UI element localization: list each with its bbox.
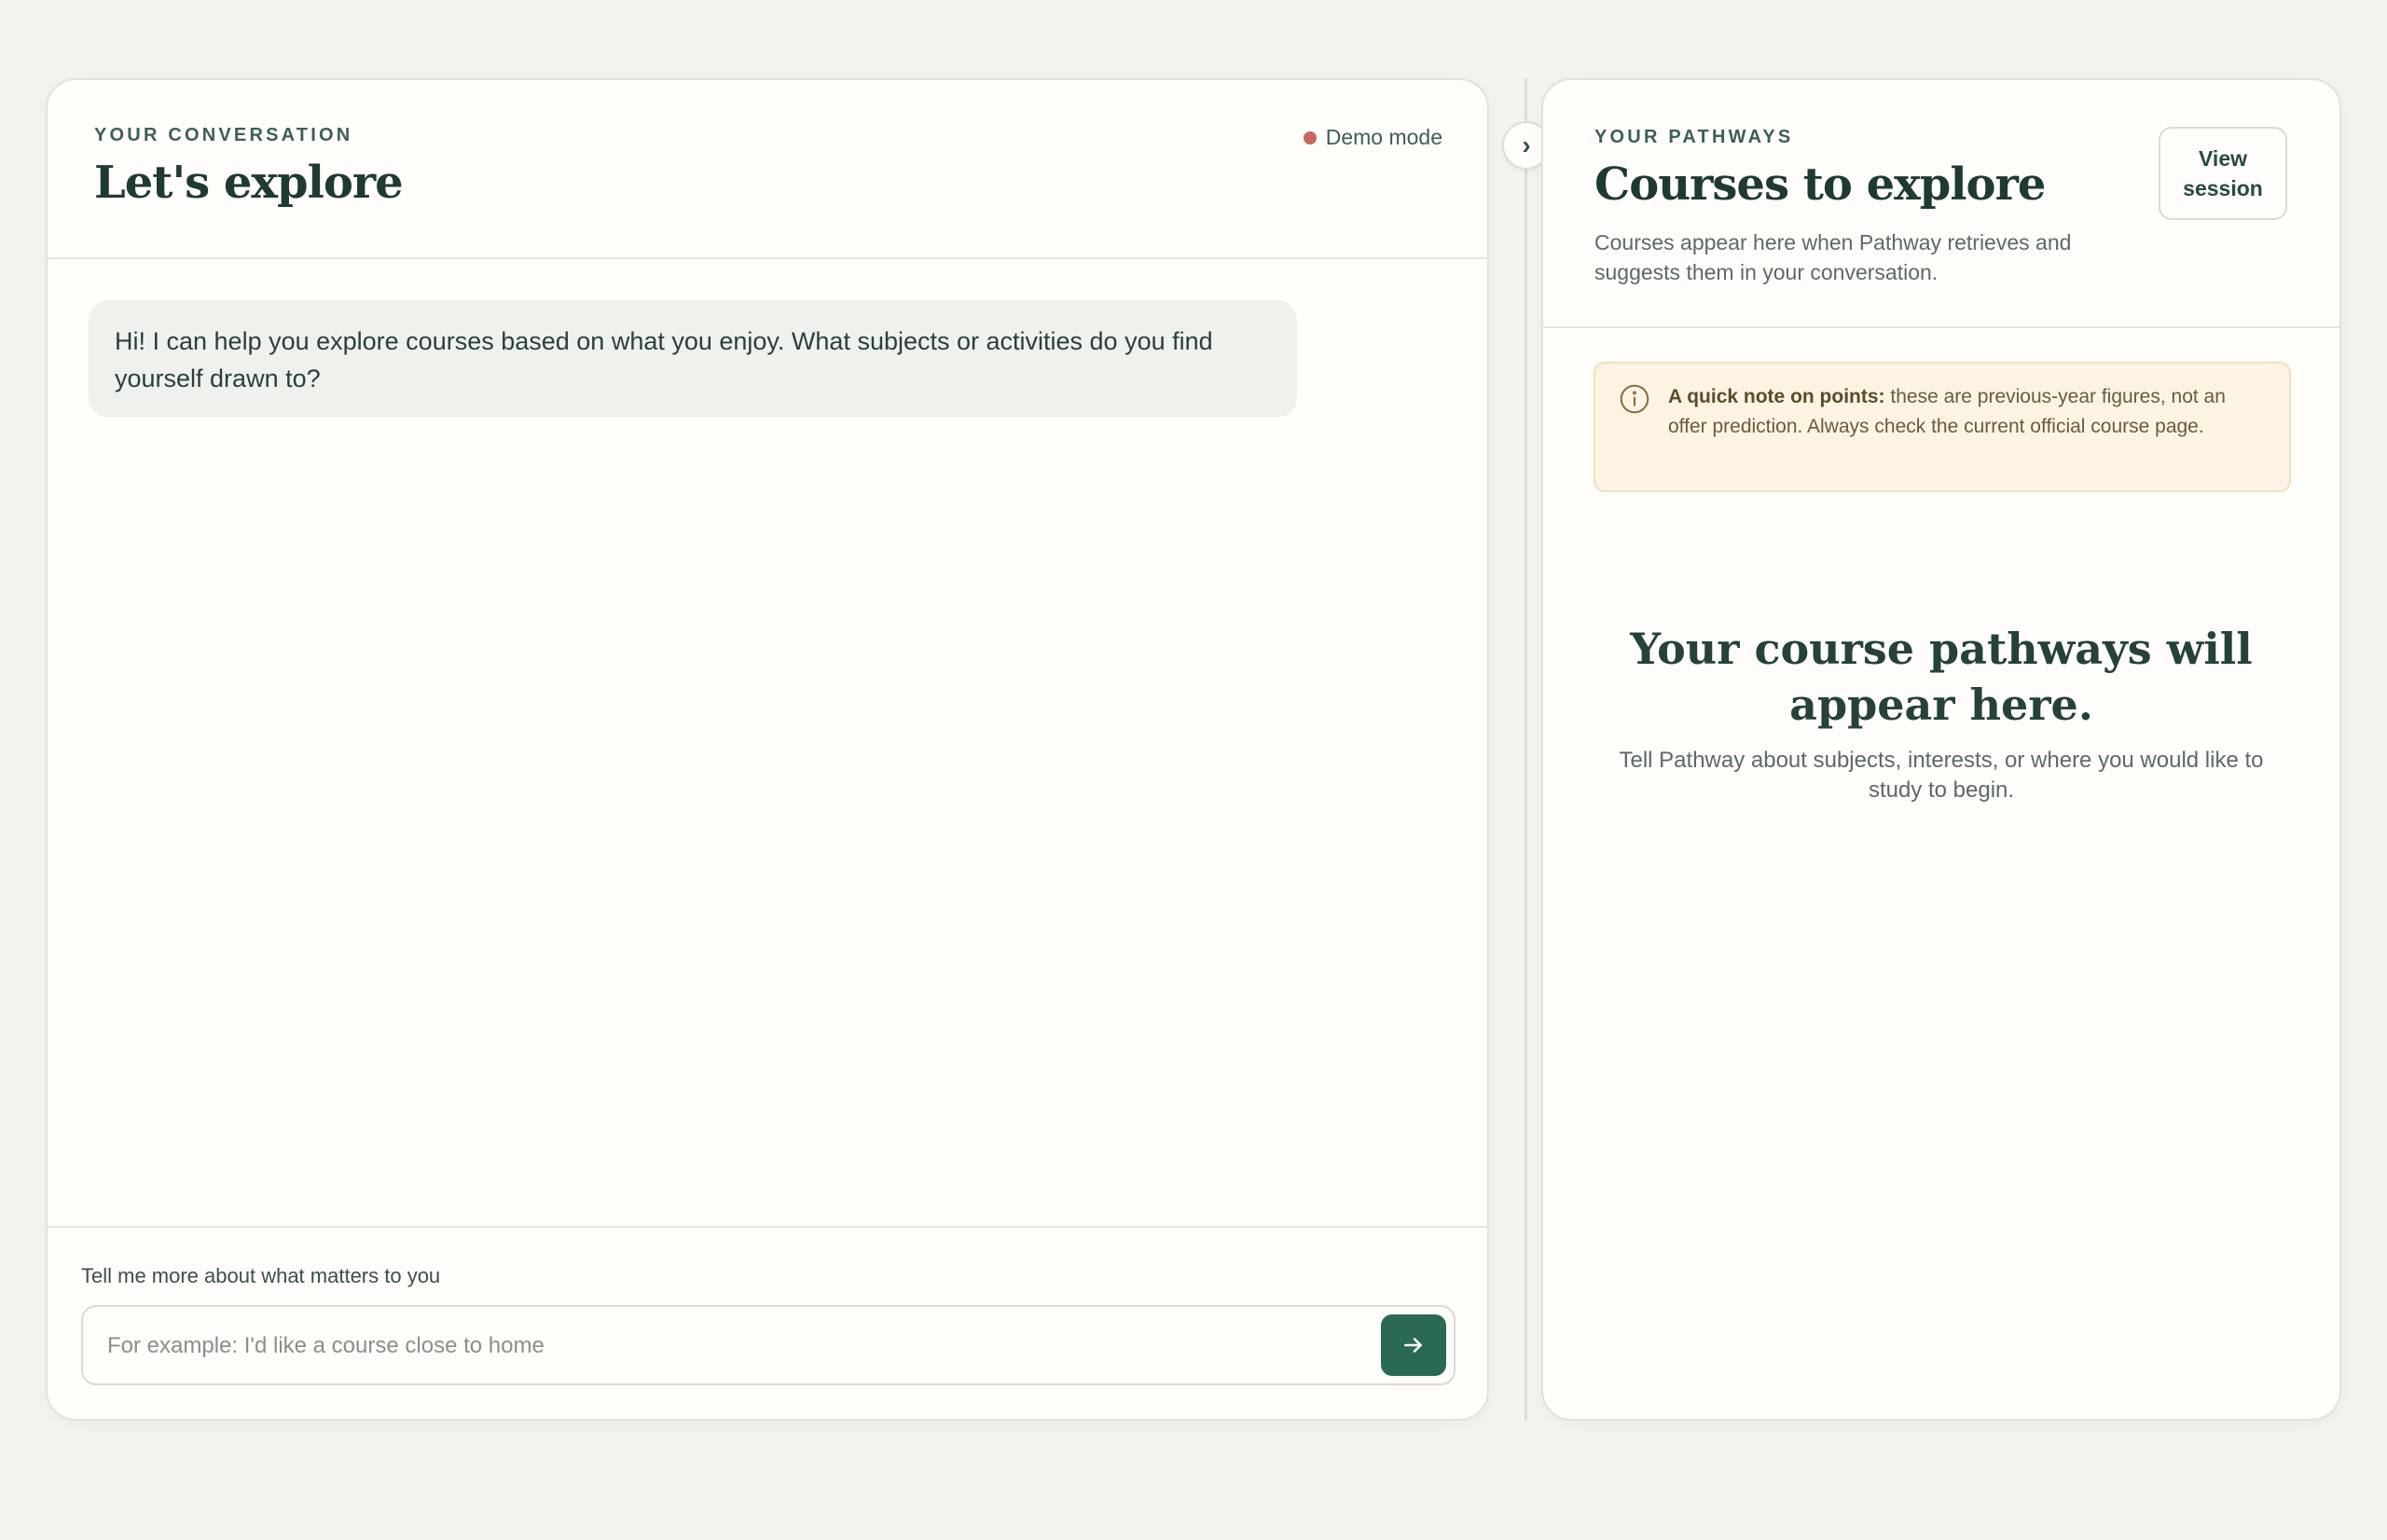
pathways-title: Courses to explore: [1594, 158, 2046, 211]
info-icon: [1620, 384, 1649, 414]
composer-divider: [48, 1226, 1487, 1228]
message-input[interactable]: [105, 1307, 1368, 1385]
pathways-subtitle: Courses appear here when Pathway retriev…: [1594, 230, 2072, 284]
panel-splitter[interactable]: [1525, 78, 1527, 1421]
composer-label: Tell me more about what matters to you: [81, 1264, 441, 1287]
view-session-button[interactable]: View session: [2159, 127, 2287, 220]
pathways-panel: YOUR PATHWAYS Courses to explore Courses…: [1541, 78, 2341, 1421]
points-note-bold: A quick note on points:: [1668, 386, 1885, 407]
status-dot-icon: [1303, 131, 1317, 144]
points-note-text: A quick note on points: these are previo…: [1668, 382, 2267, 442]
pathways-header-divider: [1543, 326, 2339, 328]
pathways-eyebrow: YOUR PATHWAYS: [1594, 127, 1794, 147]
empty-state-title: Your course pathways will appear here.: [1630, 624, 2253, 730]
assistant-message: Hi! I can help you explore courses based…: [89, 300, 1297, 418]
points-note: A quick note on points: these are previo…: [1594, 362, 2291, 492]
header-divider: [48, 257, 1487, 259]
conversation-eyebrow: YOUR CONVERSATION: [94, 125, 353, 145]
arrow-right-icon: [1404, 1338, 1422, 1353]
demo-mode-label: Demo mode: [1325, 125, 1442, 149]
composer-box: [81, 1305, 1456, 1385]
send-button[interactable]: [1381, 1314, 1446, 1376]
chevron-right-icon: ›: [1522, 131, 1531, 159]
empty-state-subtitle: Tell Pathway about subjects, interests, …: [1619, 748, 2264, 803]
demo-mode-status: Demo mode: [1303, 125, 1442, 150]
conversation-panel: YOUR CONVERSATION Let's explore Demo mod…: [46, 78, 1489, 1421]
conversation-title: Let's explore: [94, 157, 404, 209]
